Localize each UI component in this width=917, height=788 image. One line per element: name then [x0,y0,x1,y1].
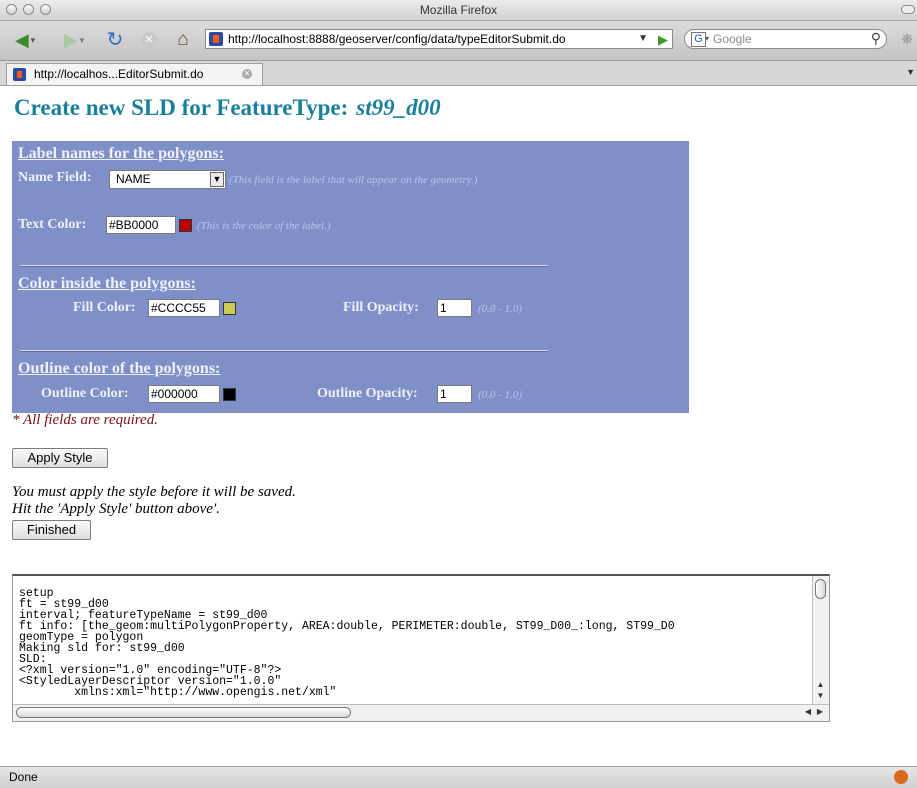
reload-icon: ↻ [106,29,124,51]
status-bar: Done [0,766,917,788]
back-icon: ◀ [14,30,29,50]
log-horizontal-scroll-thumb[interactable] [16,707,351,718]
name-field-value: NAME [116,172,151,186]
url-bar[interactable]: http://localhost:8888/geoserver/config/d… [205,29,673,49]
section-divider [20,265,548,267]
log-horizontal-scrollbar[interactable]: ◀ ▶ [13,704,829,721]
page-title-text: Create new SLD for FeatureType: [14,95,349,120]
outline-section-title: Outline color of the polygons: [18,360,221,377]
page-title: Create new SLD for FeatureType: st99_d00 [14,95,441,121]
text-color-swatch [179,219,192,232]
search-bar[interactable]: G ▾ Google ⚲ [684,29,887,49]
tab-close-icon[interactable]: ✕ [242,69,252,79]
url-input[interactable]: http://localhost:8888/geoserver/config/d… [228,30,566,48]
navigation-toolbar: ◀ ▾ ▶ ▾ ↻ ✕ ⌂ http://localhost:8888/geoser… [0,21,917,61]
required-fields-note: * All fields are required. [12,412,158,428]
fill-color-swatch [223,302,236,315]
label-section-title: Label names for the polygons: [18,145,224,162]
tab-label: http://localhos...EditorSubmit.do [34,67,204,81]
log-vertical-scroll-thumb[interactable] [815,579,826,599]
window-title: Mozilla Firefox [419,3,498,17]
stop-button[interactable]: ✕ [139,30,159,50]
search-engine-icon[interactable]: G [691,32,706,47]
fill-color-input[interactable]: #CCCC55 [148,299,220,317]
text-color-hint: (This is the color of the label.) [197,220,331,232]
forward-button[interactable]: ▶ ▾ [54,30,94,50]
reload-button[interactable]: ↻ [104,30,126,50]
sld-log-text: setup ft = st99_d00 interval; featureTyp… [19,587,675,699]
search-input[interactable]: Google [713,30,752,48]
section-divider [20,350,548,352]
log-vertical-scrollbar[interactable]: ▲ ▼ [812,576,829,706]
outline-color-swatch [223,388,236,401]
forward-icon: ▶ [63,30,78,50]
status-text: Done [9,770,38,784]
scroll-down-icon[interactable]: ▼ [814,691,827,700]
tab-strip: http://localhos...EditorSubmit.do ✕ ▼ [0,61,917,86]
sld-form-panel: Label names for the polygons: Name Field… [12,141,689,413]
fill-section-title: Color inside the polygons: [18,275,196,292]
toolbar-toggle-icon[interactable] [901,5,915,14]
name-field-select[interactable]: NAME ▼ [109,170,226,189]
go-icon[interactable]: ▶ [658,31,668,49]
search-icon[interactable]: ⚲ [871,29,881,47]
outline-opacity-input[interactable]: 1 [437,385,472,403]
page-content: Create new SLD for FeatureType: st99_d00 … [0,86,917,766]
finished-button[interactable]: Finished [12,520,91,540]
fill-opacity-input[interactable]: 1 [437,299,472,317]
home-button[interactable]: ⌂ [171,30,195,50]
url-history-dropdown-icon[interactable]: ▼ [638,30,648,48]
text-color-input[interactable]: #BB0000 [106,216,176,234]
search-engine-dropdown-icon[interactable]: ▾ [705,30,709,48]
back-button[interactable]: ◀ ▾ [8,30,42,50]
fill-opacity-hint: (0.0 - 1.0) [478,303,522,315]
name-field-hint: (This field is the label that will appea… [229,174,478,186]
home-icon: ⌂ [177,29,189,50]
outline-opacity-hint: (0.0 - 1.0) [478,389,522,401]
apply-note-line1: You must apply the style before it will … [12,484,296,500]
fill-opacity-label: Fill Opacity: [343,300,419,315]
name-field-label: Name Field: [18,170,92,185]
scroll-right-icon[interactable]: ▶ [817,707,823,716]
site-favicon-icon [209,32,223,46]
sld-log-textarea[interactable]: setup ft = st99_d00 interval; featureTyp… [12,574,830,722]
apply-note-line2: Hit the 'Apply Style' button above'. [12,501,220,517]
scroll-left-icon[interactable]: ◀ [805,707,811,716]
chevron-down-icon[interactable]: ▼ [210,172,224,187]
scroll-up-icon[interactable]: ▲ [814,680,827,689]
window-titlebar: Mozilla Firefox [0,0,917,21]
tab-favicon-icon [13,68,26,81]
firebug-icon[interactable] [894,770,908,784]
stop-icon: ✕ [141,32,157,48]
fill-color-label: Fill Color: [73,300,136,315]
apply-style-button[interactable]: Apply Style [12,448,108,468]
outline-opacity-label: Outline Opacity: [317,386,418,401]
tab-current-page[interactable]: http://localhos...EditorSubmit.do ✕ [6,63,263,85]
outline-color-input[interactable]: #000000 [148,385,220,403]
tab-list-icon[interactable]: ▼ [906,67,915,77]
outline-color-label: Outline Color: [41,386,129,401]
text-color-label: Text Color: [18,217,87,232]
activity-throbber-icon: ❋ [901,31,913,47]
feature-type-name: st99_d00 [356,95,441,120]
